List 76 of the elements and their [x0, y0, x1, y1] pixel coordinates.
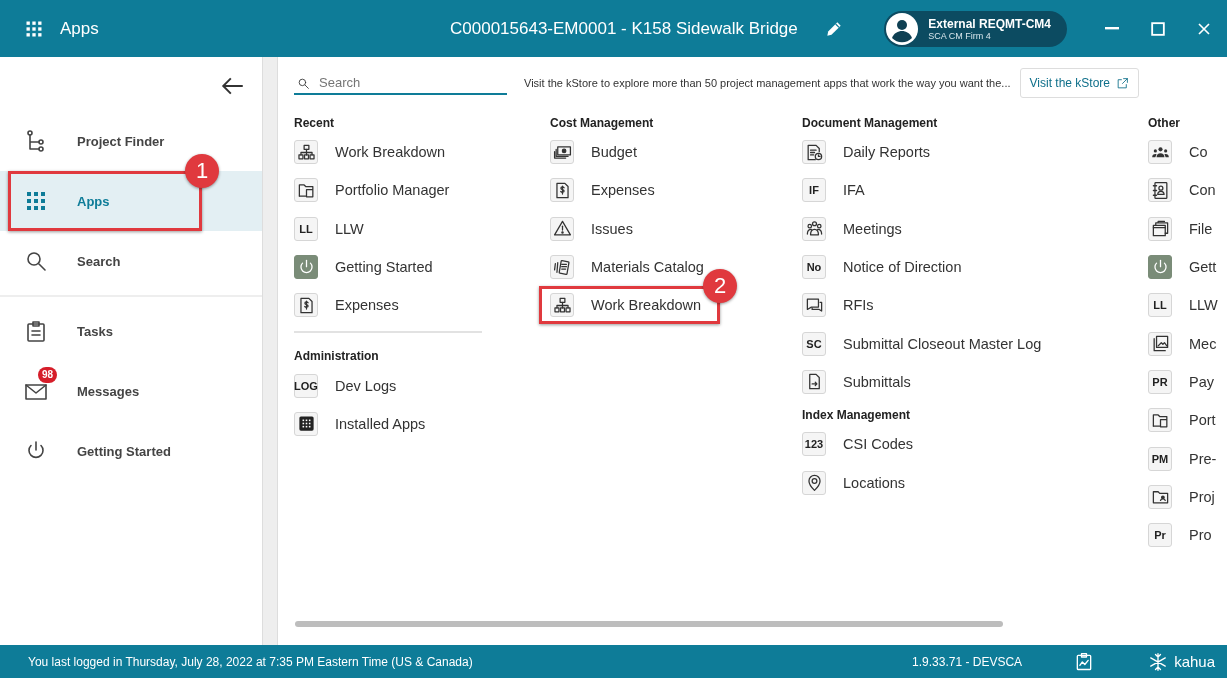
app-badge: LOG	[294, 373, 318, 398]
app-badge: PR	[1148, 369, 1172, 394]
step-number: 2	[703, 269, 738, 304]
project-title: C000015643-EM0001 - K158 Sidewalk Bridge	[450, 18, 798, 39]
app-link[interactable]: IF IFA	[802, 171, 865, 210]
app-link[interactable]: LOG Dev Logs	[294, 366, 397, 405]
section-heading: Other	[1148, 115, 1181, 132]
app-badge: PM	[1148, 446, 1172, 471]
app-badge: No	[802, 255, 826, 280]
version-text: 1.9.33.71 - DEVSCA	[912, 654, 1023, 669]
sidebar-item[interactable]: Project Finder	[0, 111, 175, 171]
snowflake-icon	[1148, 651, 1169, 672]
app-link[interactable]: 123 CSI Codes	[802, 425, 914, 464]
app-badge: SC	[802, 331, 826, 356]
scrollbar[interactable]	[295, 621, 1003, 627]
app-link[interactable]: Daily Reports	[802, 133, 931, 172]
app-link[interactable]: PM Pre-	[1148, 439, 1217, 478]
external-link-icon	[1116, 76, 1129, 90]
app-link[interactable]: Expenses	[294, 286, 399, 325]
app-badge: Pr	[1148, 523, 1172, 548]
app-link[interactable]: No Notice of Direction	[802, 247, 962, 287]
app-link[interactable]: Con	[1148, 171, 1216, 210]
search-icon	[297, 77, 310, 90]
company-name: SCA CM Firm 4	[928, 30, 991, 41]
app-link[interactable]: Issues	[550, 209, 633, 248]
app-badge: IF	[802, 178, 826, 203]
promo-text: Visit the kStore to explore more than 50 project management apps that work the way you want the...	[524, 77, 1011, 89]
app-link[interactable]: LL LLW	[294, 209, 364, 248]
grid-icon	[24, 189, 48, 213]
brand-name: kahua	[1174, 653, 1215, 670]
app-link[interactable]: PR Pay	[1148, 362, 1214, 402]
app-badge: LL	[1148, 293, 1172, 318]
sidebar-item[interactable]: Apps	[0, 171, 120, 231]
section-heading: Recent	[294, 115, 335, 132]
app-link[interactable]: LL LLW	[1148, 286, 1218, 325]
app-link[interactable]: RFIs	[802, 286, 874, 325]
sidebar-item[interactable]: 98 Messages	[0, 361, 150, 421]
unread-count: 98	[38, 367, 58, 383]
app-link[interactable]: File	[1148, 209, 1213, 248]
app-link[interactable]: Installed Apps	[294, 404, 426, 444]
apps-menu-button[interactable]: Apps	[24, 18, 99, 39]
search-icon	[24, 249, 48, 273]
app-link[interactable]: Mec	[1148, 324, 1217, 363]
user-menu[interactable]: External REQMT-CM4 SCA CM Firm 4	[884, 10, 1067, 47]
section-heading: Index Management	[802, 407, 912, 425]
app-badge: 123	[802, 432, 826, 457]
app-link[interactable]: Port	[1148, 401, 1216, 440]
app-link[interactable]: Expenses	[550, 171, 655, 210]
section-heading: Document Management	[802, 115, 939, 132]
app-link[interactable]: Work Breakdown	[294, 133, 446, 172]
app-link[interactable]: Materials Catalog	[550, 247, 704, 287]
app-badge: LL	[294, 216, 318, 241]
section-heading: Cost Management	[550, 115, 655, 132]
app-link[interactable]: Co	[1148, 133, 1208, 172]
sidebar-item[interactable]: Getting Started	[0, 421, 181, 481]
user-name: External REQMT-CM4	[928, 16, 1051, 31]
app-link[interactable]: Getting Started	[294, 247, 433, 287]
app-link[interactable]: Submittals	[802, 362, 911, 402]
minimize-icon	[1105, 27, 1119, 30]
app-link[interactable]: Gett	[1148, 247, 1217, 287]
clipboard-icon	[24, 319, 48, 343]
sidebar-item[interactable]: Tasks	[0, 301, 123, 361]
section-heading: Administration	[294, 348, 380, 366]
app-link[interactable]: Proj	[1148, 477, 1215, 516]
app-link[interactable]: Work Breakdown	[550, 286, 702, 325]
app-link[interactable]: Pr Pro	[1148, 515, 1212, 555]
app-link[interactable]: SC Submittal Closeout Master Log	[802, 324, 1042, 363]
step-number: 1	[185, 154, 219, 188]
last-login-text: You last logged in Thursday, July 28, 2022 at 7:35 PM Eastern Time (US & Canada)	[28, 654, 473, 669]
sidebar-item[interactable]: Search	[0, 231, 131, 291]
store-link-button[interactable]: Visit the kStore	[1019, 68, 1139, 98]
avatar-icon	[886, 12, 919, 45]
app-link[interactable]: Budget	[550, 133, 637, 172]
app-link[interactable]: Meetings	[802, 209, 902, 248]
app-link[interactable]: Portfolio Manager	[294, 171, 450, 210]
app-link[interactable]: Locations	[802, 463, 906, 502]
